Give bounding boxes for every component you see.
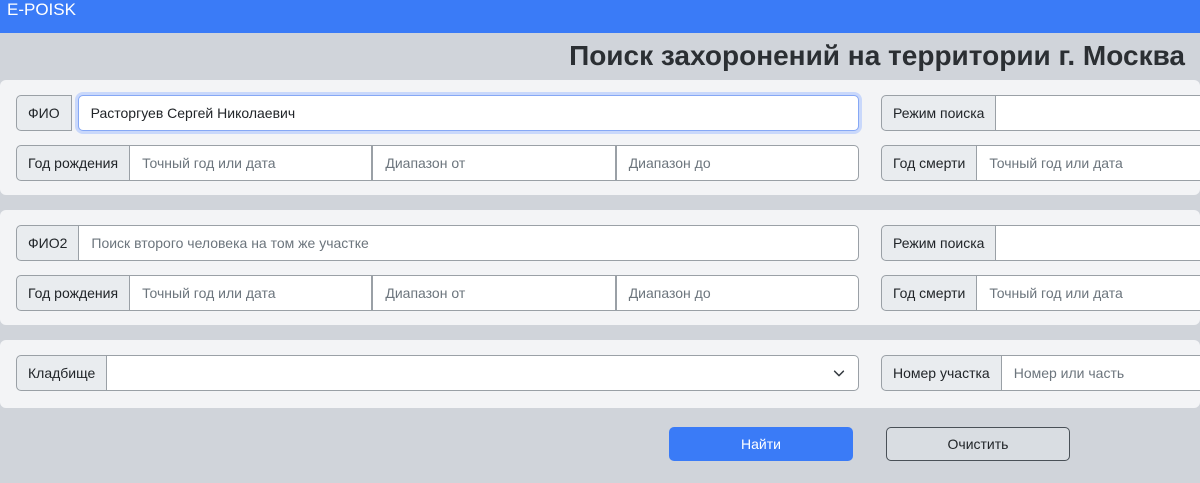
fio-input[interactable]: Расторгуев Сергей Николаевич — [77, 95, 859, 131]
page-title: Поиск захоронений на территории г. Москв… — [569, 40, 1185, 71]
top-navbar: E-POISK — [0, 0, 1200, 33]
search-panel-secondary: ФИО2 Поиск второго человека на том же уч… — [0, 210, 1200, 325]
search-mode2-select[interactable] — [996, 225, 1200, 261]
fio2-group: ФИО2 Поиск второго человека на том же уч… — [16, 225, 859, 261]
birth-year-group: Год рождения Точный год или дата Диапазо… — [16, 145, 859, 181]
death2-exact-input[interactable]: Точный год или дата — [977, 275, 1200, 311]
fio-group: ФИО Расторгуев Сергей Николаевич — [16, 95, 859, 131]
birth2-exact-input[interactable]: Точный год или дата — [130, 275, 373, 311]
birth-exact-input[interactable]: Точный год или дата — [130, 145, 373, 181]
birth-year-label: Год рождения — [16, 145, 131, 181]
search-mode2-group: Режим поиска — [881, 225, 1200, 261]
clear-button[interactable]: Очистить — [886, 427, 1070, 461]
chevron-down-icon — [833, 370, 845, 377]
fio2-input[interactable]: Поиск второго человека на том же участке — [79, 225, 859, 261]
plot-label: Номер участка — [881, 355, 1002, 391]
plot-input[interactable]: Номер или часть — [1001, 355, 1200, 391]
death-year-label: Год смерти — [881, 145, 978, 181]
location-panel: Кладбище Номер участка Номер или часть — [0, 340, 1200, 408]
birth-exact-placeholder: Точный год или дата — [142, 155, 276, 171]
fio2-placeholder: Поиск второго человека на том же участке — [91, 235, 369, 251]
find-button[interactable]: Найти — [669, 427, 853, 461]
birth-from-placeholder: Диапазон от — [385, 155, 466, 171]
cemetery-label: Кладбище — [16, 355, 108, 391]
birth2-to-input[interactable]: Диапазон до — [615, 275, 859, 311]
brand-logo[interactable]: E-POISK — [7, 0, 76, 20]
plot-group: Номер участка Номер или часть — [881, 355, 1200, 391]
birth-from-input[interactable]: Диапазон от — [372, 145, 616, 181]
search-mode-select[interactable] — [996, 95, 1200, 131]
birth-to-placeholder: Диапазон до — [628, 155, 711, 171]
search-panel-primary: ФИО Расторгуев Сергей Николаевич Режим п… — [0, 80, 1200, 195]
birth2-from-placeholder: Диапазон от — [385, 285, 466, 301]
birth2-from-input[interactable]: Диапазон от — [372, 275, 616, 311]
fio-input-value: Расторгуев Сергей Николаевич — [90, 105, 296, 121]
fio2-label: ФИО2 — [16, 225, 80, 261]
search-mode-label: Режим поиска — [881, 95, 997, 131]
death-exact-placeholder: Точный год или дата — [989, 155, 1123, 171]
death-year2-label: Год смерти — [881, 275, 978, 311]
birth2-to-placeholder: Диапазон до — [628, 285, 711, 301]
birth-year2-group: Год рождения Точный год или дата Диапазо… — [16, 275, 859, 311]
death-year-group: Год смерти Точный год или дата — [881, 145, 1200, 181]
fio-label: ФИО — [16, 95, 72, 131]
plot-placeholder: Номер или часть — [1013, 365, 1125, 381]
search-mode2-label: Режим поиска — [881, 225, 997, 261]
birth-to-input[interactable]: Диапазон до — [615, 145, 859, 181]
search-mode-group: Режим поиска — [881, 95, 1200, 131]
cemetery-select[interactable] — [107, 355, 859, 391]
birth2-exact-placeholder: Точный год или дата — [142, 285, 276, 301]
death-year2-group: Год смерти Точный год или дата — [881, 275, 1200, 311]
death-exact-input[interactable]: Точный год или дата — [977, 145, 1200, 181]
death2-exact-placeholder: Точный год или дата — [989, 285, 1123, 301]
birth-year2-label: Год рождения — [16, 275, 131, 311]
cemetery-group: Кладбище — [16, 355, 859, 391]
